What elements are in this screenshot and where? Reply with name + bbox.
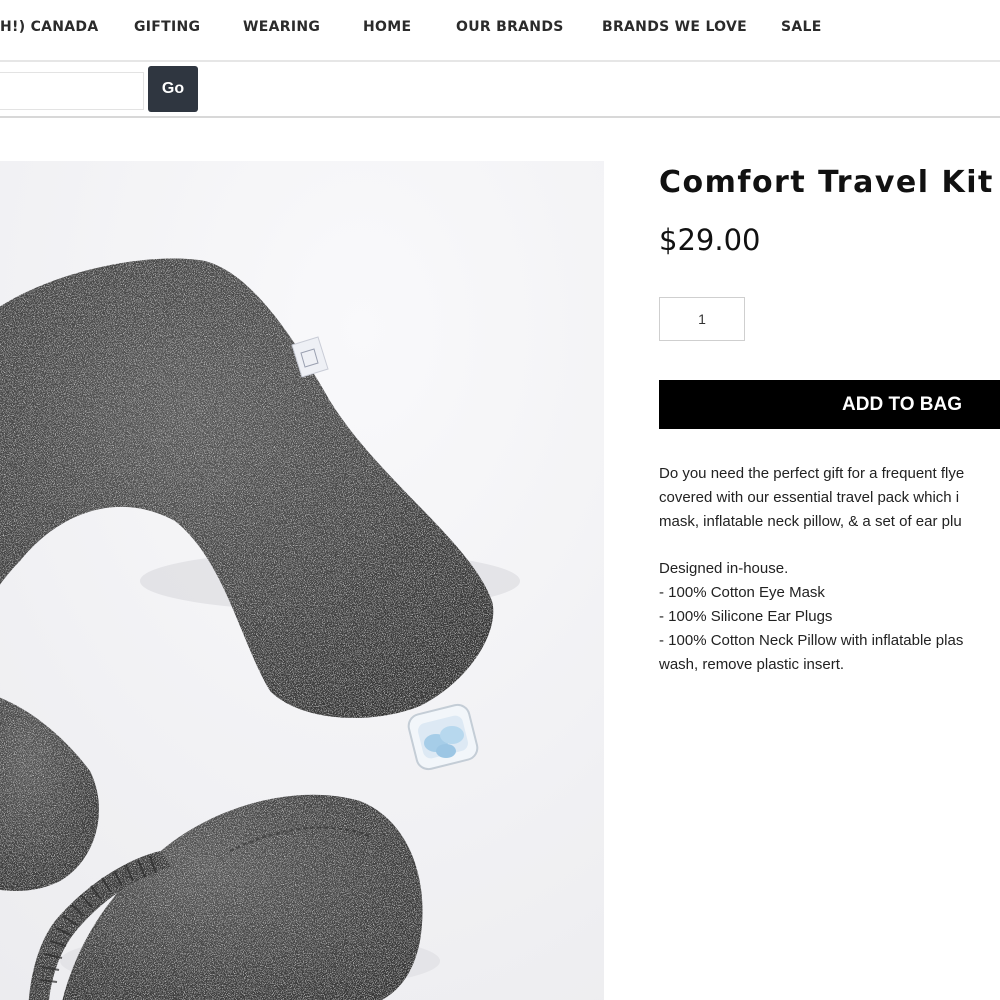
nav-item-gifting[interactable]: GIFTING xyxy=(134,18,200,36)
nav-item-wearing[interactable]: WEARING xyxy=(243,18,320,36)
detail-line: Designed in-house. xyxy=(659,560,789,577)
description-line: Do you need the perfect gift for a frequ… xyxy=(659,465,965,482)
top-nav: H!) CANADA GIFTING WEARING HOME OUR BRAN… xyxy=(0,0,1000,62)
detail-line: - 100% Cotton Neck Pillow with inflatabl… xyxy=(659,632,964,649)
nav-item-our-brands[interactable]: OUR BRANDS xyxy=(456,18,564,36)
search-input[interactable] xyxy=(0,72,144,110)
detail-line: - 100% Silicone Ear Plugs xyxy=(659,608,833,625)
product-photo xyxy=(0,161,604,1000)
search-bar: Go xyxy=(0,62,1000,118)
nav-item-canada[interactable]: H!) CANADA xyxy=(0,18,99,36)
product-description: Do you need the perfect gift for a frequ… xyxy=(659,462,1000,677)
detail-line: wash, remove plastic insert. xyxy=(659,656,845,673)
product-title: Comfort Travel Kit xyxy=(659,165,994,200)
nav-item-sale[interactable]: SALE xyxy=(781,18,822,36)
quantity-input[interactable] xyxy=(659,297,745,341)
description-line: mask, inflatable neck pillow, & a set of… xyxy=(659,513,962,530)
description-line: covered with our essential travel pack w… xyxy=(659,489,960,506)
product-image xyxy=(0,161,604,1000)
search-go-button[interactable]: Go xyxy=(148,66,198,112)
product-price: $29.00 xyxy=(659,223,761,257)
nav-item-brands-we-love[interactable]: BRANDS WE LOVE xyxy=(602,18,747,36)
add-to-bag-button[interactable]: ADD TO BAG xyxy=(659,380,1000,429)
nav-item-home[interactable]: HOME xyxy=(363,18,411,36)
detail-line: - 100% Cotton Eye Mask xyxy=(659,584,825,601)
